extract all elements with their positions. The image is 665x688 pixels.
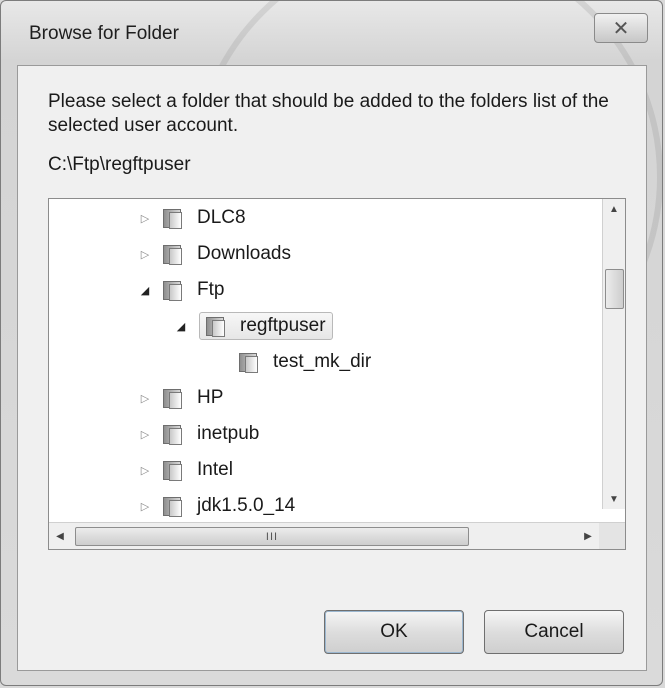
tree-item-label: Downloads (197, 243, 291, 264)
selection-highlight: regftpuser (199, 312, 333, 340)
folder-icon (163, 387, 183, 409)
tree-item-label: test_mk_dir (273, 351, 372, 372)
folder-icon (163, 207, 183, 229)
vertical-scrollbar[interactable]: ▲ ▼ (602, 199, 625, 509)
expand-arrow-icon[interactable]: ▷ (139, 427, 151, 441)
tree-item-intel[interactable]: ▷ Intel (139, 455, 233, 485)
scrollbar-corner (599, 523, 625, 549)
folder-icon (163, 243, 183, 265)
expand-arrow-icon[interactable]: ▷ (139, 391, 151, 405)
tree-item-dlc8[interactable]: ▷ DLC8 (139, 203, 246, 233)
expand-arrow-icon[interactable]: ▷ (139, 211, 151, 225)
folder-tree[interactable]: ▷ DLC8 ▷ Downloads ◢ Ftp ◢ regftpuser te… (48, 198, 626, 550)
window-title: Browse for Folder (29, 23, 179, 44)
collapse-arrow-icon[interactable]: ◢ (175, 319, 187, 333)
tree-item-inetpub[interactable]: ▷ inetpub (139, 419, 259, 449)
expand-arrow-icon[interactable]: ▷ (139, 499, 151, 513)
tree-item-test-mk-dir[interactable]: test_mk_dir (239, 347, 371, 377)
horizontal-scroll-thumb[interactable]: III (75, 527, 469, 546)
folder-icon (163, 495, 183, 517)
tree-item-downloads[interactable]: ▷ Downloads (139, 239, 291, 269)
cancel-button[interactable]: Cancel (484, 610, 624, 654)
scroll-down-icon[interactable]: ▼ (603, 489, 625, 509)
expand-arrow-icon[interactable]: ▷ (139, 247, 151, 261)
expand-arrow-icon[interactable]: ▷ (139, 463, 151, 477)
browse-for-folder-dialog: ระจอมเกล้า Browse for Folder ✕ Please se… (0, 0, 663, 686)
close-button[interactable]: ✕ (594, 13, 648, 43)
scroll-left-icon[interactable]: ◀ (49, 523, 71, 549)
tree-item-label: Intel (197, 459, 233, 480)
selected-path-label: C:\Ftp\regftpuser (48, 154, 191, 175)
tree-item-regftpuser[interactable]: ◢ regftpuser (175, 311, 333, 341)
tree-item-label: HP (197, 387, 224, 408)
folder-icon (163, 459, 183, 481)
grip-icon: III (265, 530, 279, 543)
scroll-right-icon[interactable]: ▶ (577, 523, 599, 549)
tree-item-label: inetpub (197, 423, 260, 444)
instruction-text: Please select a folder that should be ad… (48, 91, 609, 136)
horizontal-scrollbar[interactable]: ◀ III ▶ (49, 522, 625, 549)
folder-icon (163, 423, 183, 445)
tree-item-ftp[interactable]: ◢ Ftp (139, 275, 224, 305)
dialog-body: Please select a folder that should be ad… (17, 65, 647, 671)
collapse-arrow-icon[interactable]: ◢ (139, 283, 151, 297)
tree-item-jdk[interactable]: ▷ jdk1.5.0_14 (139, 491, 295, 521)
ok-button[interactable]: OK (324, 610, 464, 654)
tree-item-label: DLC8 (197, 207, 246, 228)
tree-item-label: regftpuser (240, 315, 326, 336)
scroll-up-icon[interactable]: ▲ (603, 199, 625, 219)
folder-icon (239, 351, 259, 373)
tree-item-label: jdk1.5.0_14 (197, 495, 296, 516)
folder-icon (163, 279, 183, 301)
folder-icon (206, 315, 226, 337)
close-icon: ✕ (612, 17, 630, 40)
vertical-scroll-thumb[interactable] (605, 269, 624, 309)
tree-item-hp[interactable]: ▷ HP (139, 383, 223, 413)
tree-item-label: Ftp (197, 279, 225, 300)
